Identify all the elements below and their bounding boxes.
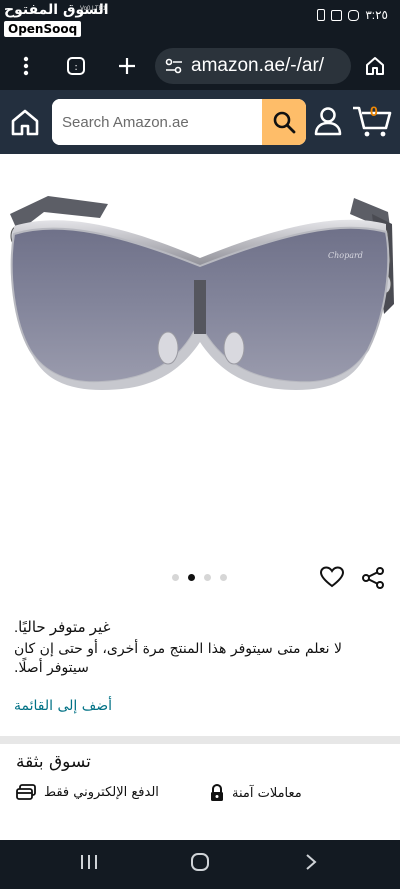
svg-text::: :: [74, 62, 77, 73]
amazon-home-button[interactable]: [10, 108, 42, 138]
cart-count: 0: [370, 103, 378, 119]
section-divider: [0, 736, 400, 744]
add-to-list-link[interactable]: أضف إلى القائمة: [14, 698, 112, 714]
home-icon: [366, 57, 384, 75]
heart-icon: [319, 566, 345, 588]
site-settings-icon: [165, 58, 182, 74]
amazon-header: [0, 90, 400, 154]
browser-home-button[interactable]: [361, 52, 389, 80]
electronic-payment-label: الدفع الإلكتروني فقط: [44, 784, 159, 800]
availability-title: غير متوفر حاليًا.: [14, 619, 111, 636]
search-input[interactable]: [52, 99, 262, 145]
secure-transactions-label: معاملات آمنة: [232, 785, 302, 801]
sunglasses-product-image: Chopard: [10, 196, 394, 390]
tabs-icon: :: [67, 57, 85, 75]
pager-dot[interactable]: [172, 574, 179, 581]
status-bar: السوق المفتوح OpenSooq Vo0 LTE1 ٣:٢٥: [0, 0, 400, 42]
search-bar: [52, 99, 306, 145]
address-bar[interactable]: amazon.ae/-/ar/: [155, 48, 351, 84]
more-vert-icon: [23, 56, 29, 76]
product-image-gallery[interactable]: Chopard: [0, 154, 400, 546]
status-icons: ٣:٢٥: [317, 8, 388, 22]
chevron-right-icon: [306, 854, 317, 870]
shop-safe-title: تسوق بثقة: [16, 752, 91, 772]
secure-transactions-feature[interactable]: معاملات آمنة: [210, 784, 302, 802]
credit-card-icon: [16, 784, 36, 800]
back-nav-button[interactable]: [304, 852, 318, 877]
account-button[interactable]: [314, 106, 344, 138]
search-icon: [273, 111, 296, 134]
wishlist-button[interactable]: [319, 566, 345, 593]
recent-apps-button[interactable]: [80, 852, 98, 877]
pager-dot[interactable]: [204, 574, 211, 581]
electronic-payment-feature[interactable]: الدفع الإلكتروني فقط: [16, 784, 159, 800]
svg-text:Chopard: Chopard: [328, 251, 363, 260]
new-tab-button[interactable]: [113, 52, 141, 80]
instagram-icon: [348, 9, 360, 21]
home-circle-icon: [191, 853, 209, 871]
search-button[interactable]: [262, 99, 306, 145]
recents-icon: [81, 855, 97, 869]
browser-menu-button[interactable]: [12, 52, 40, 80]
network-indicator: Vo0 LTE1: [80, 6, 106, 12]
home-icon: [11, 109, 39, 136]
plus-icon: [119, 58, 135, 74]
product-details: غير متوفر حاليًا. لا نعلم متى سيتوفر هذا…: [0, 546, 400, 736]
shop-with-confidence: تسوق بثقة الدفع الإلكتروني فقط معاملات آ…: [0, 744, 400, 840]
tab-switcher-button[interactable]: :: [62, 52, 90, 80]
opensooq-badge: OpenSooq: [4, 21, 82, 37]
share-button[interactable]: [361, 566, 385, 595]
home-nav-button[interactable]: [190, 852, 210, 877]
pager-dot-active[interactable]: [188, 574, 195, 581]
browser-toolbar: : amazon.ae/-/ar/: [0, 42, 400, 90]
gallery-icon: [331, 9, 343, 21]
image-pager[interactable]: [172, 574, 227, 581]
availability-message: لا نعلم متى سيتوفر هذا المنتج مرة أخرى، …: [14, 641, 343, 676]
clock: ٣:٢٥: [365, 8, 388, 22]
url-text: amazon.ae/-/ar/: [191, 55, 325, 76]
share-icon: [362, 567, 384, 589]
battery-icon: [317, 9, 326, 21]
person-icon: [314, 107, 342, 136]
system-navigation-bar: [0, 840, 400, 889]
lock-icon: [211, 784, 223, 801]
pager-dot[interactable]: [220, 574, 227, 581]
